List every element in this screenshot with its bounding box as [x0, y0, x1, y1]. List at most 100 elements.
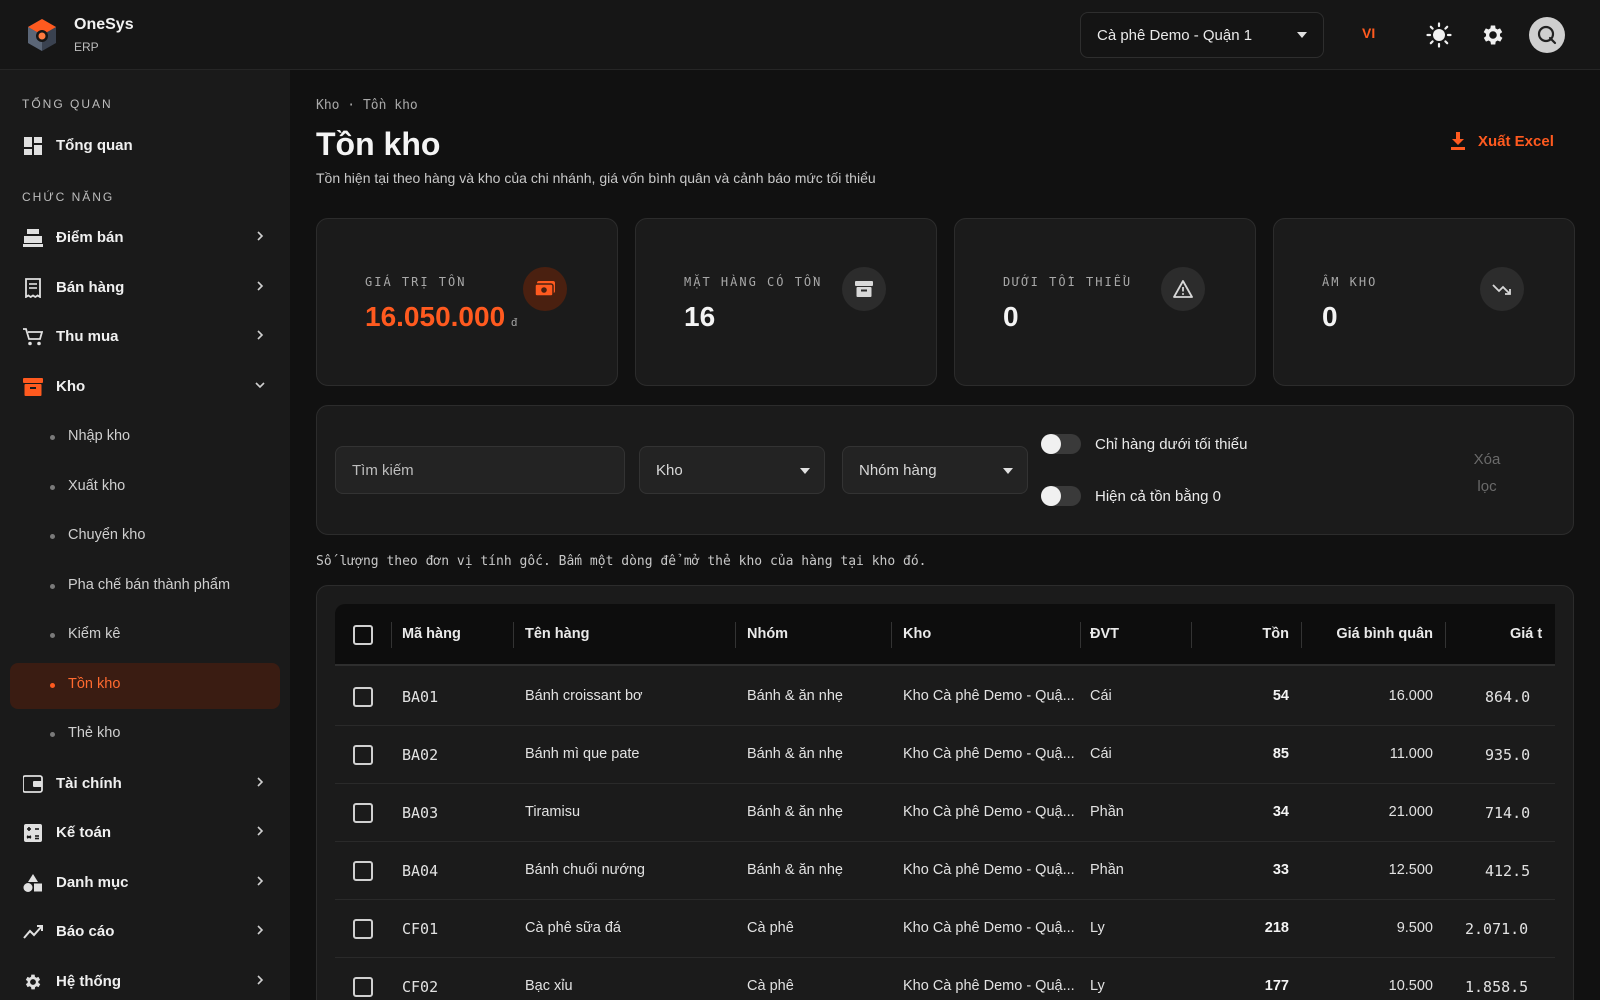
column-header-warehouse[interactable]: Kho	[903, 626, 931, 642]
row-checkbox[interactable]	[353, 687, 373, 707]
gear-icon	[22, 971, 44, 993]
cell-unit: Cái	[1090, 746, 1112, 762]
stat-card-below-minimum: DƯỚI TỐI THIỂU 0	[954, 218, 1256, 386]
cell-code: CF02	[402, 978, 439, 996]
row-checkbox[interactable]	[353, 861, 373, 881]
table-row[interactable]: BA01 Bánh croissant bơ Bánh & ăn nhẹ Kho…	[335, 668, 1555, 726]
cell-stock: 54	[1272, 688, 1289, 704]
stat-label: ÂM KHO	[1322, 275, 1378, 289]
group-select-value: Nhóm hàng	[859, 461, 937, 479]
chevron-right-icon	[257, 330, 264, 340]
bullet-dot	[50, 584, 55, 589]
cell-avg-price: 21.000	[1388, 804, 1433, 820]
column-header-value[interactable]: Giá t	[1510, 626, 1542, 642]
chevron-right-icon	[257, 826, 264, 836]
sidebar-item-warehouse[interactable]: Kho	[0, 365, 290, 409]
stat-label: MẶT HÀNG CÓ TỒN	[684, 275, 823, 289]
sidebar-item-overview[interactable]: Tổng quan	[0, 124, 290, 168]
sidebar-item-finance[interactable]: Tài chính	[0, 762, 290, 806]
cell-warehouse: Kho Cà phê Demo - Quậ...	[903, 862, 1075, 878]
sun-icon[interactable]	[1424, 20, 1454, 50]
chevron-right-icon	[257, 876, 264, 886]
cell-value: 935.0	[1485, 746, 1531, 764]
sidebar-subitem-inventory[interactable]: Tồn kho	[10, 663, 280, 709]
table-row[interactable]: BA03 Tiramisu Bánh & ăn nhẹ Kho Cà phê D…	[335, 784, 1555, 842]
column-divider	[1301, 622, 1302, 648]
cell-warehouse: Kho Cà phê Demo - Quậ...	[903, 978, 1075, 994]
chevron-down-icon	[1003, 468, 1013, 474]
archive-box-icon	[842, 267, 886, 311]
sidebar-subitem-transfer[interactable]: Chuyển kho	[0, 514, 290, 558]
stat-card-negative-stock: ÂM KHO 0	[1273, 218, 1575, 386]
branch-select[interactable]: Cà phê Demo - Quận 1	[1080, 12, 1324, 58]
toggle-show-zero[interactable]: Hiện cả tồn bằng 0	[1041, 486, 1221, 506]
table-row[interactable]: CF02 Bạc xỉu Cà phê Kho Cà phê Demo - Qu…	[335, 958, 1555, 1000]
sidebar-subitem-stock-in[interactable]: Nhập kho	[0, 415, 290, 459]
cell-warehouse: Kho Cà phê Demo - Quậ...	[903, 688, 1075, 704]
sidebar-item-catalog[interactable]: Danh mục	[0, 861, 290, 905]
chevron-right-icon	[257, 231, 264, 241]
cell-stock: 218	[1264, 920, 1289, 936]
stat-label: DƯỚI TỐI THIỂU	[1003, 275, 1133, 289]
cash-register-icon	[22, 227, 44, 249]
trending-down-icon	[1480, 267, 1524, 311]
gear-icon[interactable]	[1478, 20, 1508, 50]
language-switch[interactable]: VI	[1362, 25, 1375, 41]
column-divider	[735, 622, 736, 648]
bullet-dot	[50, 633, 55, 638]
sidebar-item-purchase[interactable]: Thu mua	[0, 315, 290, 359]
bullet-dot	[50, 732, 55, 737]
toggle-switch[interactable]	[1041, 486, 1081, 506]
row-checkbox[interactable]	[353, 803, 373, 823]
cell-code: BA04	[402, 862, 439, 880]
chevron-right-icon	[257, 975, 264, 985]
row-checkbox[interactable]	[353, 977, 373, 997]
column-header-stock[interactable]: Tồn	[1201, 626, 1289, 642]
column-header-group[interactable]: Nhóm	[747, 626, 788, 642]
row-checkbox[interactable]	[353, 919, 373, 939]
column-header-avg-price[interactable]: Giá bình quân	[1311, 626, 1433, 642]
table-row[interactable]: CF01 Cà phê sữa đá Cà phê Kho Cà phê Dem…	[335, 900, 1555, 958]
avatar[interactable]	[1529, 17, 1565, 53]
table-scroll-area[interactable]: Mã hàng Tên hàng Nhóm Kho ĐVT Tồn Giá bì…	[335, 604, 1555, 1000]
column-header-code[interactable]: Mã hàng	[402, 626, 461, 642]
cell-stock: 177	[1264, 978, 1289, 994]
select-all-checkbox[interactable]	[353, 625, 373, 645]
bullet-dot	[50, 435, 55, 440]
cell-avg-price: 16.000	[1388, 688, 1433, 704]
sidebar-subitem-stock-out[interactable]: Xuất kho	[0, 465, 290, 509]
sidebar-subitem-stocktake[interactable]: Kiểm kê	[0, 613, 290, 657]
download-icon	[1451, 132, 1465, 150]
bullet-dot	[50, 683, 55, 688]
column-header-name[interactable]: Tên hàng	[525, 626, 589, 642]
sidebar-item-pos[interactable]: Điểm bán	[0, 216, 290, 260]
sidebar-item-label: Báo cáo	[56, 923, 115, 940]
cell-unit: Phần	[1090, 804, 1124, 820]
clear-filter-button[interactable]: Xóa lọc	[1467, 446, 1507, 500]
column-header-unit[interactable]: ĐVT	[1090, 626, 1119, 642]
search-input[interactable]	[335, 446, 625, 494]
warehouse-select-value: Kho	[656, 461, 683, 479]
row-checkbox[interactable]	[353, 745, 373, 765]
sidebar-subitem-semi-product[interactable]: Pha chế bán thành phẩm	[0, 564, 290, 608]
toggle-below-minimum[interactable]: Chỉ hàng dưới tối thiểu	[1041, 434, 1247, 454]
sidebar-item-system[interactable]: Hệ thống	[0, 960, 290, 1000]
table-row[interactable]: BA04 Bánh chuối nướng Bánh & ăn nhẹ Kho …	[335, 842, 1555, 900]
section-label-functions: CHỨC NĂNG	[22, 190, 115, 204]
sidebar-item-reports[interactable]: Báo cáo	[0, 910, 290, 954]
sidebar-item-accounting[interactable]: Kế toán	[0, 811, 290, 855]
cell-name: Bánh croissant bơ	[525, 688, 643, 704]
sidebar-item-label: Hệ thống	[56, 973, 121, 990]
cell-name: Bánh chuối nướng	[525, 862, 645, 878]
column-divider	[513, 622, 514, 648]
toggle-switch[interactable]	[1041, 434, 1081, 454]
stat-value-number: 16.050.000	[365, 301, 506, 332]
sidebar-subitem-stock-card[interactable]: Thẻ kho	[0, 712, 290, 756]
sidebar-item-sales[interactable]: Bán hàng	[0, 266, 290, 310]
warehouse-select[interactable]: Kho	[639, 446, 825, 494]
cell-code: BA03	[402, 804, 439, 822]
brand[interactable]: OneSys ERP	[24, 16, 134, 54]
group-select[interactable]: Nhóm hàng	[842, 446, 1028, 494]
export-excel-button[interactable]: Xuất Excel	[1450, 132, 1554, 150]
table-row[interactable]: BA02 Bánh mì que pate Bánh & ăn nhẹ Kho …	[335, 726, 1555, 784]
